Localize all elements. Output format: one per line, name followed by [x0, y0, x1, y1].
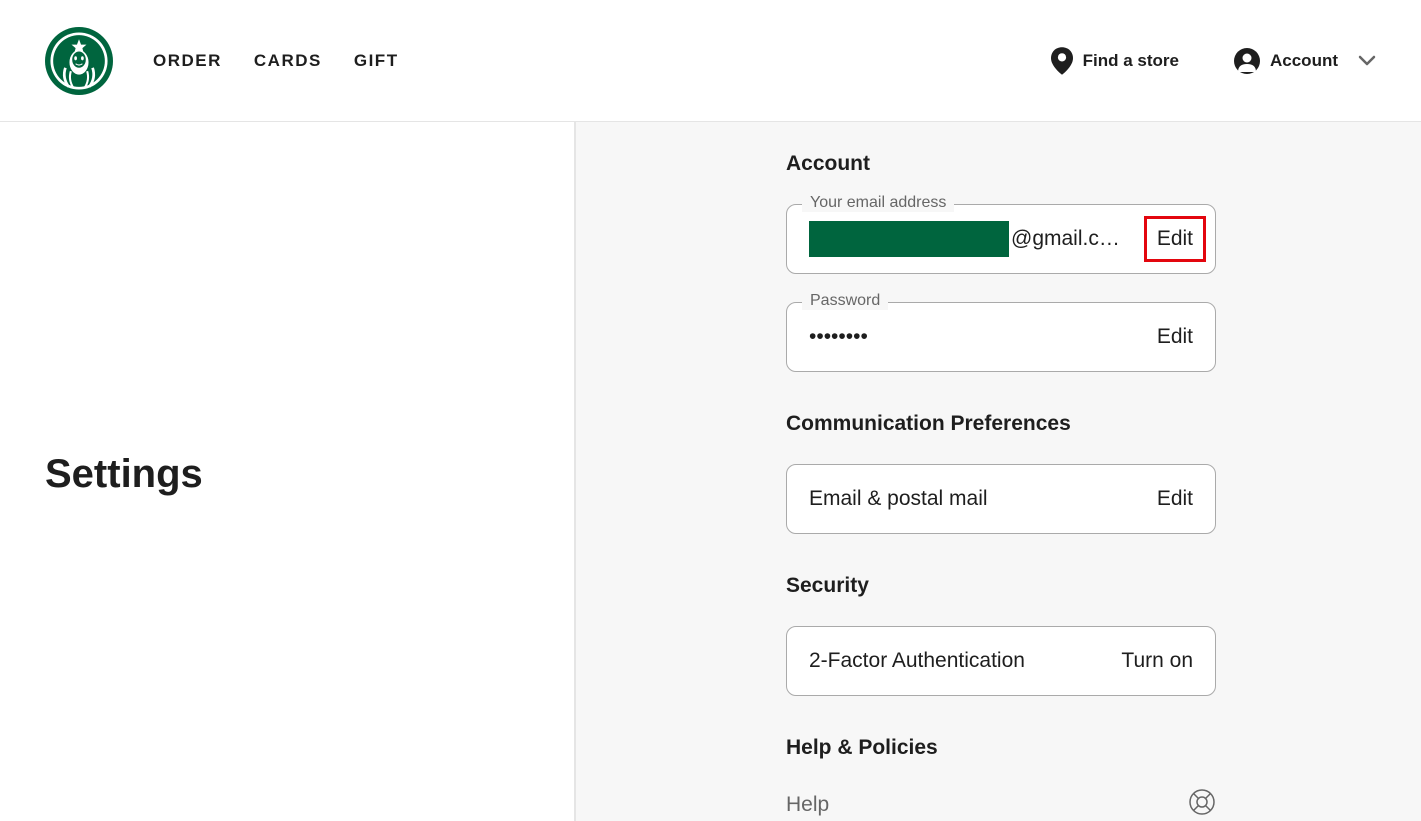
security-2fa-label: 2-Factor Authentication — [809, 649, 1025, 673]
email-edit-button[interactable]: Edit — [1144, 216, 1206, 262]
nav-cards[interactable]: CARDS — [254, 51, 322, 71]
email-field-label: Your email address — [802, 194, 954, 212]
security-section-title: Security — [786, 574, 1421, 598]
comm-section-title: Communication Preferences — [786, 412, 1421, 436]
header-right: Find a store Account — [1051, 47, 1376, 75]
comm-label: Email & postal mail — [809, 487, 988, 511]
email-suffix: @gmail.c… — [1011, 227, 1120, 251]
password-field-group: Password •••••••• Edit — [786, 302, 1216, 372]
security-2fa-row: 2-Factor Authentication Turn on — [786, 626, 1216, 696]
header-left: ORDER CARDS GIFT — [45, 27, 399, 95]
password-field-box: •••••••• Edit — [786, 302, 1216, 372]
help-row[interactable]: Help — [786, 788, 1216, 821]
main-area: Settings Account Your email address @gma… — [0, 122, 1421, 821]
chevron-down-icon — [1358, 52, 1376, 70]
email-value: @gmail.c… — [809, 221, 1120, 257]
comm-edit-button[interactable]: Edit — [1157, 487, 1193, 511]
page-title: Settings — [45, 452, 529, 497]
nav-gift[interactable]: GIFT — [354, 51, 399, 71]
find-store-label: Find a store — [1083, 51, 1179, 71]
email-field-box: @gmail.c… Edit — [786, 204, 1216, 274]
email-redacted-block — [809, 221, 1009, 257]
find-store-link[interactable]: Find a store — [1051, 47, 1179, 75]
account-section-title: Account — [786, 152, 1421, 176]
account-label: Account — [1270, 51, 1338, 71]
help-section-title: Help & Policies — [786, 736, 1421, 760]
settings-content: Account Your email address @gmail.c… Edi… — [576, 122, 1421, 821]
password-field-label: Password — [802, 292, 888, 310]
comm-preferences-row: Email & postal mail Edit — [786, 464, 1216, 534]
password-edit-button[interactable]: Edit — [1157, 325, 1193, 349]
sidebar: Settings — [0, 122, 576, 821]
account-icon — [1234, 48, 1260, 74]
email-field-group: Your email address @gmail.c… Edit — [786, 204, 1216, 274]
nav-links: ORDER CARDS GIFT — [153, 51, 399, 71]
password-value: •••••••• — [809, 325, 868, 349]
help-label: Help — [786, 793, 829, 817]
location-pin-icon — [1051, 47, 1073, 75]
starbucks-logo[interactable] — [45, 27, 113, 95]
main-header: ORDER CARDS GIFT Find a store A — [0, 0, 1421, 122]
nav-order[interactable]: ORDER — [153, 51, 222, 71]
lifebuoy-icon — [1188, 788, 1216, 821]
account-menu[interactable]: Account — [1234, 48, 1376, 74]
security-2fa-turnon-button[interactable]: Turn on — [1121, 649, 1193, 673]
